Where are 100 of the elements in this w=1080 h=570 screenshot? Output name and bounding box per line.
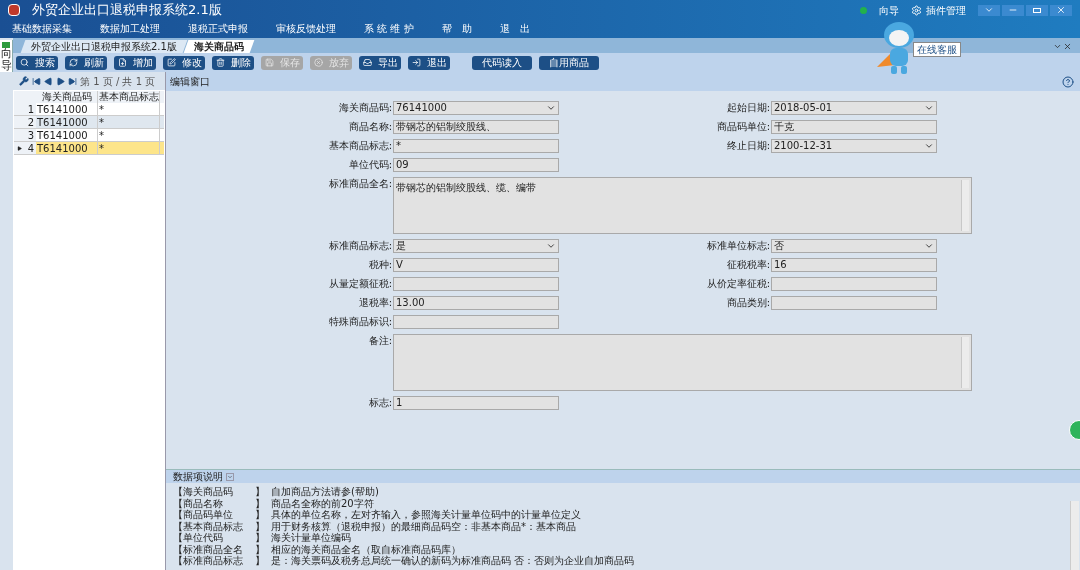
field-label: 商品名称: <box>347 120 393 134</box>
table-row[interactable]: 3 T6141000 * <box>14 129 164 142</box>
table-row[interactable]: 2 T6141000 * <box>14 116 164 129</box>
table-cell: * <box>98 103 160 115</box>
toolbar-button[interactable]: 刷新 <box>65 55 107 70</box>
dropdown-field[interactable]: 否 <box>771 239 937 253</box>
toolbar-button[interactable]: 退出 <box>408 55 450 70</box>
close-icon[interactable] <box>1063 42 1072 51</box>
file-plus-icon <box>118 58 127 67</box>
field-label: 从量定额征税: <box>327 277 393 291</box>
menu-item[interactable]: 系 统 维 护 <box>364 20 414 36</box>
item-name: 【商品码单位 <box>173 509 233 520</box>
item-description: 具体的单位名称，左对齐输入，参照海关计量单位码中的计量单位定义 <box>271 509 581 521</box>
field-label: 征税税率: <box>725 258 771 272</box>
plugin-manager-link[interactable]: 插件管理 <box>926 2 966 18</box>
field-label: 起始日期: <box>725 101 771 115</box>
scrollbar[interactable] <box>961 180 969 231</box>
toolbar-button[interactable]: 导出 <box>359 55 401 70</box>
field-label: 单位代码: <box>347 158 393 172</box>
field-label: 从价定率征税: <box>705 277 771 291</box>
dropdown-field[interactable]: 2018-05-01 <box>771 101 937 115</box>
menu-item[interactable]: 审核反馈处理 <box>276 20 336 36</box>
scrollbar[interactable] <box>1070 501 1079 570</box>
guide-link[interactable]: 向导 <box>879 2 899 18</box>
side-tab[interactable]: 向导 <box>0 40 13 73</box>
menu-down-button[interactable] <box>978 4 1000 16</box>
text-field[interactable] <box>771 277 937 291</box>
text-field[interactable]: 13.00 <box>393 296 559 310</box>
row-number: 1 <box>27 102 34 116</box>
text-area[interactable]: 带钢芯的铝制绞股线、缆、编带 <box>393 177 972 234</box>
dropdown-field[interactable]: 是 <box>393 239 559 253</box>
text-field[interactable] <box>393 277 559 291</box>
text-field[interactable]: V <box>393 258 559 272</box>
exit-icon <box>412 58 421 67</box>
chevron-down-icon <box>924 241 934 251</box>
item-description: 自加商品方法请参(帮助) <box>271 486 379 497</box>
scrollbar[interactable] <box>961 337 969 388</box>
bracket: 】 <box>255 543 265 555</box>
menu-item[interactable]: 退税正式申报 <box>188 20 248 36</box>
restore-button[interactable] <box>1026 4 1048 16</box>
field-label: 标志: <box>367 396 393 410</box>
item-description: 商品名全称的前20字符 <box>271 497 374 509</box>
menu-item[interactable]: 数据加工处理 <box>100 20 160 36</box>
row-number: 2 <box>27 115 34 129</box>
toolbar-button[interactable]: 修改 <box>163 55 205 70</box>
table-cell: T6141000 <box>36 142 98 154</box>
panel-title: 编辑窗口 <box>170 75 211 89</box>
menu-item[interactable]: 帮 助 <box>441 20 472 36</box>
bracket: 】 <box>255 520 265 532</box>
wrench-icon[interactable] <box>19 76 29 86</box>
chevron-down-icon[interactable] <box>1053 42 1062 51</box>
dropdown-field[interactable]: 76141000 <box>393 101 559 115</box>
item-name: 【基本商品标志 <box>173 520 243 532</box>
chevron-down-icon[interactable] <box>226 472 234 481</box>
bracket: 】 <box>255 486 265 497</box>
toolbar-button[interactable]: 删除 <box>212 55 254 70</box>
tab[interactable]: 海关商品码 <box>183 40 255 53</box>
text-field[interactable] <box>393 315 559 329</box>
menu-item[interactable]: 基础数据采集 <box>12 20 72 36</box>
table-cell: T6141000 <box>36 129 98 141</box>
next-page-icon[interactable] <box>56 76 65 86</box>
settings-icon[interactable] <box>911 4 922 16</box>
trash-icon <box>216 58 225 67</box>
field-label: 标准商品全名: <box>327 177 393 191</box>
menu-item[interactable]: 退 出 <box>499 20 530 36</box>
close-icon <box>1056 5 1066 15</box>
toolbar-button[interactable]: 自用商品 <box>539 55 599 70</box>
last-page-icon[interactable] <box>68 76 77 86</box>
text-field[interactable]: 16 <box>771 258 937 272</box>
item-name: 【海关商品码 <box>173 486 233 497</box>
toolbar-button[interactable]: 代码读入 <box>472 55 532 70</box>
item-description: 用于财务核算（退税申报）的最细商品码空：非基本商品*：基本商品 <box>271 520 576 532</box>
app-logo-icon <box>8 4 20 16</box>
help-icon[interactable] <box>1062 75 1074 88</box>
close-button[interactable] <box>1050 4 1072 16</box>
toolbar-button[interactable]: 搜索 <box>16 55 58 70</box>
text-field[interactable]: 带钢芯的铝制绞股线、 <box>393 120 559 134</box>
dropdown-field[interactable]: 2100-12-31 <box>771 139 937 153</box>
table-cell: T6141000 <box>36 116 98 128</box>
table-row[interactable]: 4 T6141000 * <box>14 142 164 155</box>
field-label: 备注: <box>367 334 393 348</box>
first-page-icon[interactable] <box>32 76 41 86</box>
text-field[interactable] <box>771 296 937 310</box>
text-area[interactable] <box>393 334 972 391</box>
tab[interactable]: 外贸企业出口退税申报系统2.1版 <box>20 40 188 53</box>
toolbar-button[interactable]: 增加 <box>114 55 156 70</box>
chevron-down-icon <box>546 241 556 251</box>
flag-icon <box>2 42 10 48</box>
table-row[interactable]: 1 T6141000 * <box>14 103 164 116</box>
text-field[interactable]: 千克 <box>771 120 937 134</box>
field-label: 退税率: <box>357 296 393 310</box>
table-cell: T6141000 <box>36 103 98 115</box>
text-field[interactable]: * <box>393 139 559 153</box>
text-field[interactable]: 1 <box>393 396 559 410</box>
bracket: 】 <box>255 555 265 566</box>
tooltip[interactable]: 在线客服 <box>913 42 961 57</box>
text-field[interactable]: 09 <box>393 158 559 172</box>
minimize-button[interactable] <box>1002 4 1024 16</box>
table-cell: * <box>98 142 160 154</box>
previous-page-icon[interactable] <box>44 76 53 86</box>
